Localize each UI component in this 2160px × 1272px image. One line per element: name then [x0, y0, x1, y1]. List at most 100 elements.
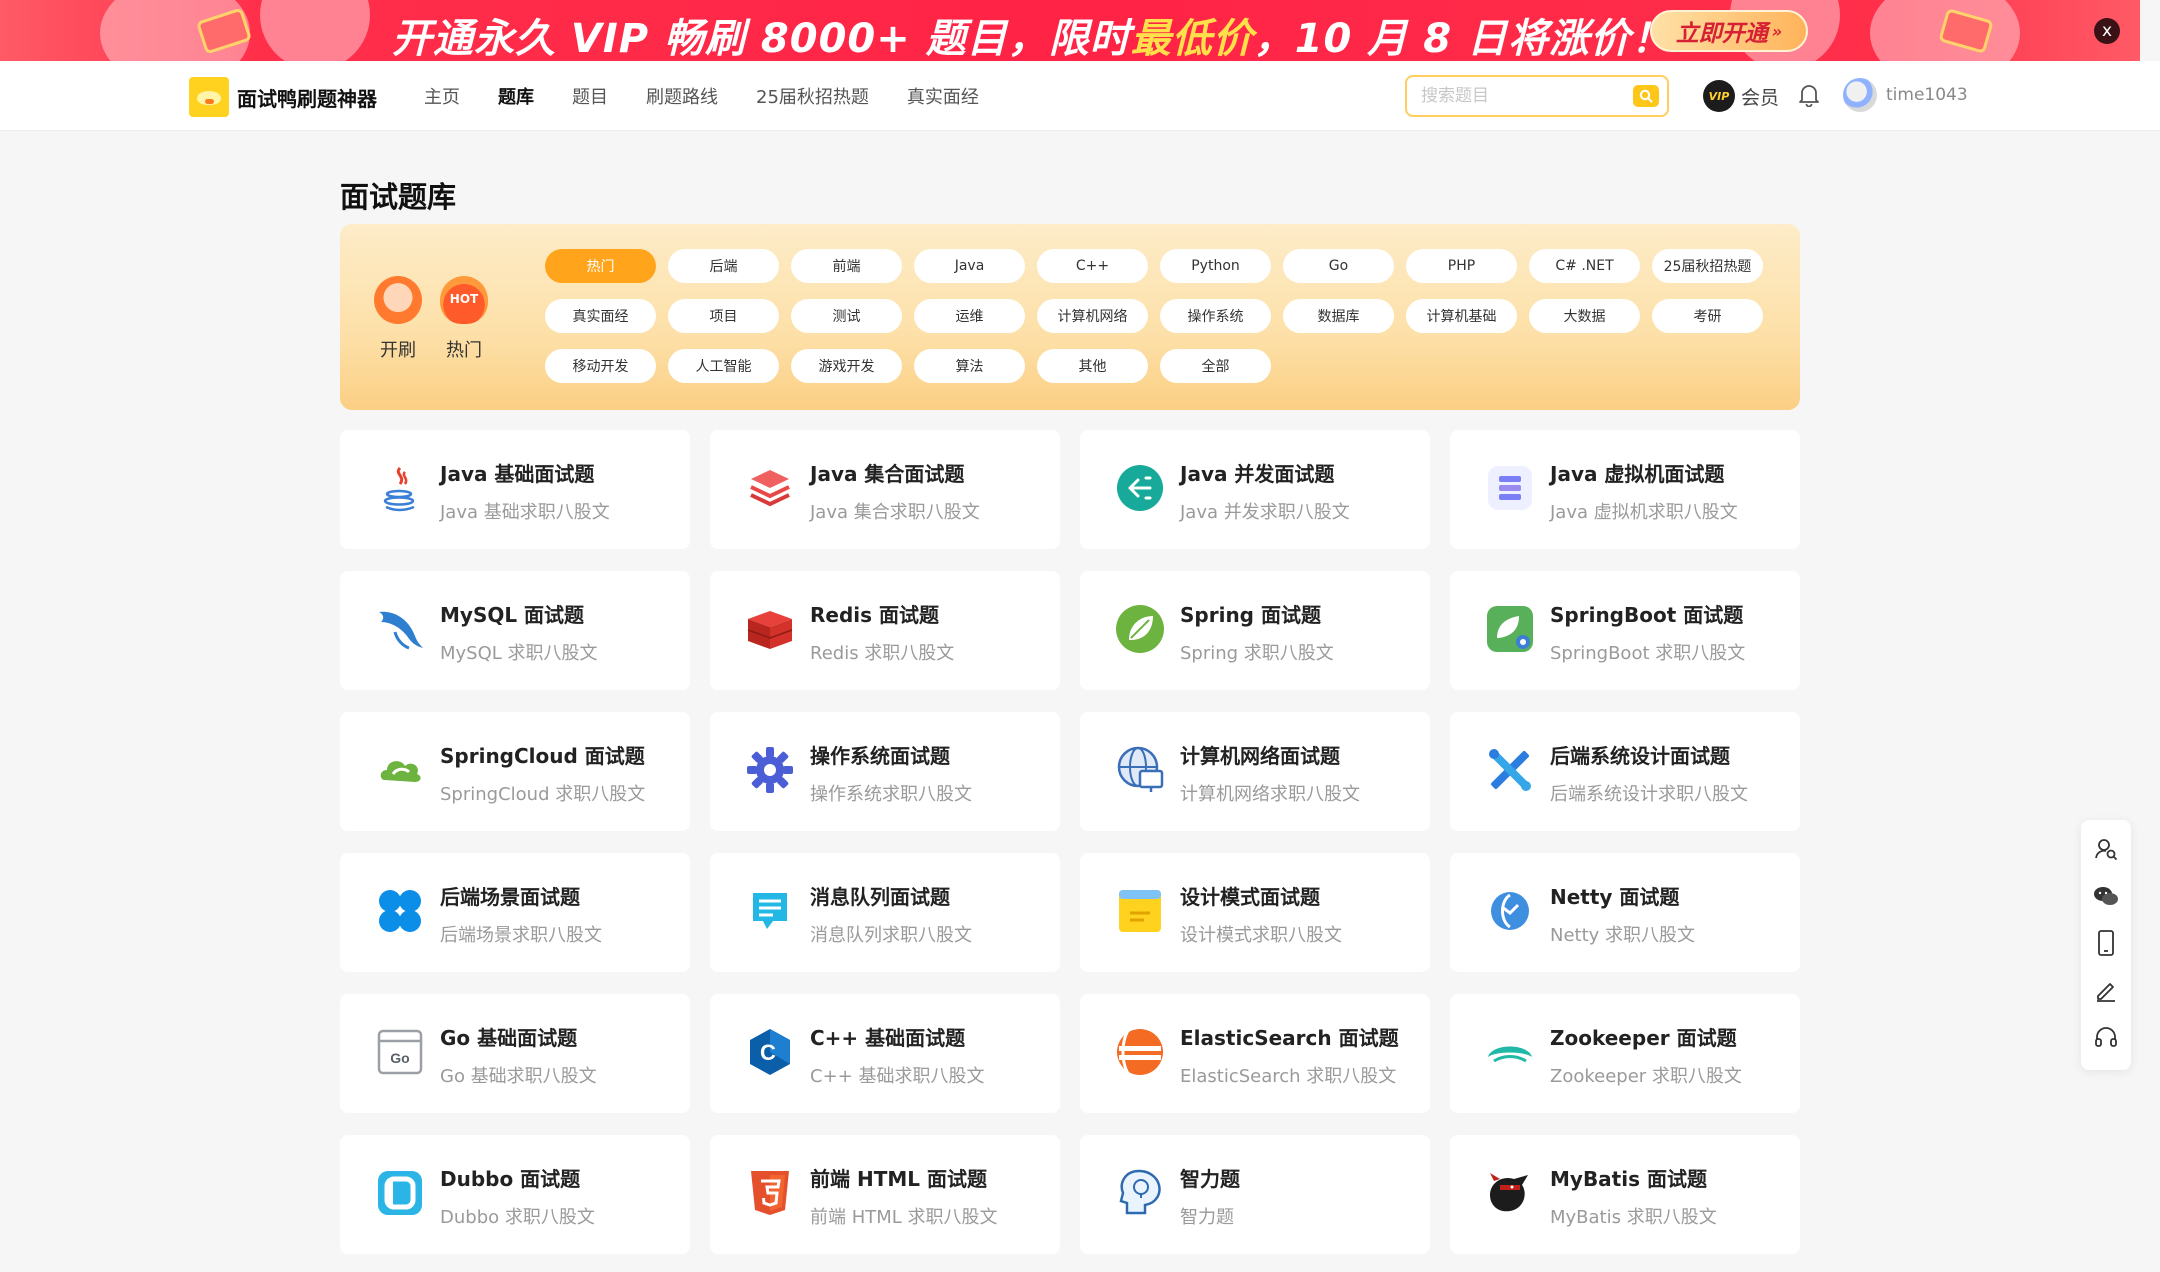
- question-bank-card[interactable]: ElasticSearch 面试题 ElasticSearch 求职八股文: [1080, 994, 1430, 1113]
- question-bank-card[interactable]: Netty 面试题 Netty 求职八股文: [1450, 853, 1800, 972]
- banner-text-highlight: 最低价: [1130, 16, 1254, 61]
- banner-text-pre: 开通永久 VIP 畅刷 8000+ 题目，限时: [392, 16, 1131, 61]
- question-bank-card[interactable]: 后端场景面试题 后端场景求职八股文: [340, 853, 690, 972]
- category-tag[interactable]: 操作系统: [1160, 299, 1271, 333]
- question-bank-card[interactable]: SpringBoot 面试题 SpringBoot 求职八股文: [1450, 571, 1800, 690]
- search-box: [1405, 75, 1669, 117]
- category-tag[interactable]: 真实面经: [545, 299, 656, 333]
- nav-item[interactable]: 刷题路线: [646, 83, 718, 109]
- category-tag[interactable]: 大数据: [1529, 299, 1640, 333]
- search-button[interactable]: [1633, 85, 1659, 107]
- card-subtitle: Java 基础求职八股文: [440, 502, 610, 523]
- card-subtitle: SpringBoot 求职八股文: [1550, 643, 1746, 664]
- banner-close-button[interactable]: x: [2094, 18, 2120, 44]
- category-tag[interactable]: 移动开发: [545, 349, 656, 383]
- category-tag[interactable]: C++: [1037, 249, 1148, 283]
- category-tag[interactable]: Go: [1283, 249, 1394, 283]
- question-bank-card[interactable]: MyBatis 面试题 MyBatis 求职八股文: [1450, 1135, 1800, 1254]
- nav-item[interactable]: 主页: [424, 83, 460, 109]
- category-tag[interactable]: 项目: [668, 299, 779, 333]
- question-bank-card[interactable]: C C++ 基础面试题 C++ 基础求职八股文: [710, 994, 1060, 1113]
- category-tag[interactable]: Java: [914, 249, 1025, 283]
- main-nav: 主页 题库 题目 刷题路线 25届秋招热题 真实面经: [424, 61, 979, 131]
- category-tag[interactable]: 其他: [1037, 349, 1148, 383]
- card-title: MySQL 面试题: [440, 603, 585, 627]
- category-tag[interactable]: 人工智能: [668, 349, 779, 383]
- question-bank-card[interactable]: Spring 面试题 Spring 求职八股文: [1080, 571, 1430, 690]
- window-icon: [1112, 883, 1168, 939]
- edit-pen-icon: [2094, 978, 2118, 1006]
- category-tag[interactable]: 后端: [668, 249, 779, 283]
- mybatis-bird-icon: [1482, 1165, 1538, 1221]
- category-tag[interactable]: 考研: [1652, 299, 1763, 333]
- card-subtitle: C++ 基础求职八股文: [810, 1066, 985, 1087]
- edit-pen-button[interactable]: [2092, 978, 2120, 1006]
- site-logo[interactable]: 面试鸭刷题神器: [189, 77, 377, 117]
- user-search-button[interactable]: [2092, 837, 2120, 865]
- card-title: 设计模式面试题: [1180, 885, 1320, 909]
- card-subtitle: SpringCloud 求职八股文: [440, 784, 646, 805]
- question-bank-card[interactable]: Java 并发面试题 Java 并发求职八股文: [1080, 430, 1430, 549]
- quick-start-label: 开刷: [380, 340, 416, 361]
- question-bank-card[interactable]: SpringCloud 面试题 SpringCloud 求职八股文: [340, 712, 690, 831]
- category-tag[interactable]: 测试: [791, 299, 902, 333]
- vip-member-link[interactable]: VIP 会员: [1703, 80, 1779, 112]
- quick-hot-button[interactable]: HOT 热门: [434, 276, 494, 362]
- category-tag[interactable]: 计算机基础: [1406, 299, 1517, 333]
- category-tag[interactable]: 算法: [914, 349, 1025, 383]
- category-tag[interactable]: 热门: [545, 249, 656, 283]
- question-bank-card[interactable]: Dubbo 面试题 Dubbo 求职八股文: [340, 1135, 690, 1254]
- card-title: Java 并发面试题: [1180, 462, 1335, 486]
- username: time1043: [1886, 85, 1968, 105]
- question-bank-card[interactable]: 后端系统设计面试题 后端系统设计求职八股文: [1450, 712, 1800, 831]
- category-tag[interactable]: 全部: [1160, 349, 1271, 383]
- card-title: 操作系统面试题: [810, 744, 950, 768]
- question-bank-card[interactable]: 智力题 智力题: [1080, 1135, 1430, 1254]
- question-bank-card[interactable]: Go Go 基础面试题 Go 基础求职八股文: [340, 994, 690, 1113]
- open-vip-button[interactable]: 立即开通 »: [1650, 10, 1808, 52]
- quick-start-button[interactable]: 开刷: [368, 276, 428, 362]
- question-bank-card[interactable]: 设计模式面试题 设计模式求职八股文: [1080, 853, 1430, 972]
- question-bank-card[interactable]: 消息队列面试题 消息队列求职八股文: [710, 853, 1060, 972]
- nav-item[interactable]: 真实面经: [907, 83, 979, 109]
- nav-item[interactable]: 题库: [498, 83, 534, 109]
- category-tag[interactable]: 数据库: [1283, 299, 1394, 333]
- question-bank-card[interactable]: Java 基础面试题 Java 基础求职八股文: [340, 430, 690, 549]
- category-tag[interactable]: 游戏开发: [791, 349, 902, 383]
- hot-flame-icon: HOT: [440, 276, 488, 324]
- banner-decoration: [260, 0, 370, 61]
- question-bank-card[interactable]: MySQL 面试题 MySQL 求职八股文: [340, 571, 690, 690]
- search-input[interactable]: [1421, 77, 1621, 115]
- mobile-button[interactable]: [2092, 930, 2120, 959]
- category-tag[interactable]: PHP: [1406, 249, 1517, 283]
- question-bank-card[interactable]: Java 集合面试题 Java 集合求职八股文: [710, 430, 1060, 549]
- branch-arrows-icon: [1112, 460, 1168, 516]
- card-title: Go 基础面试题: [440, 1026, 578, 1050]
- question-bank-card[interactable]: Java 虚拟机面试题 Java 虚拟机求职八股文: [1450, 430, 1800, 549]
- question-bank-card[interactable]: 计算机网络面试题 计算机网络求职八股文: [1080, 712, 1430, 831]
- question-bank-card[interactable]: 操作系统面试题 操作系统求职八股文: [710, 712, 1060, 831]
- wechat-button[interactable]: [2092, 884, 2120, 912]
- category-tag[interactable]: C# .NET: [1529, 249, 1640, 283]
- html5-shield-icon: [742, 1165, 798, 1221]
- category-tag[interactable]: Python: [1160, 249, 1271, 283]
- card-subtitle: 智力题: [1180, 1207, 1234, 1228]
- category-tag[interactable]: 25届秋招热题: [1652, 249, 1763, 283]
- card-title: MyBatis 面试题: [1550, 1167, 1707, 1191]
- card-title: 后端场景面试题: [440, 885, 580, 909]
- category-tag[interactable]: 前端: [791, 249, 902, 283]
- card-title: Dubbo 面试题: [440, 1167, 581, 1191]
- floating-toolbar: [2081, 820, 2131, 1070]
- user-menu[interactable]: time1043: [1843, 78, 1968, 112]
- category-tag[interactable]: 运维: [914, 299, 1025, 333]
- promo-banner[interactable]: 开通永久 VIP 畅刷 8000+ 题目，限时最低价，10 月 8 日将涨价！ …: [0, 0, 2140, 61]
- nav-item[interactable]: 题目: [572, 83, 608, 109]
- question-bank-card[interactable]: 前端 HTML 面试题 前端 HTML 求职八股文: [710, 1135, 1060, 1254]
- nav-item[interactable]: 25届秋招热题: [756, 83, 869, 109]
- question-bank-card[interactable]: Redis 面试题 Redis 求职八股文: [710, 571, 1060, 690]
- card-title: ElasticSearch 面试题: [1180, 1026, 1399, 1050]
- category-tag[interactable]: 计算机网络: [1037, 299, 1148, 333]
- headset-button[interactable]: [2092, 1025, 2120, 1053]
- question-bank-card[interactable]: Zookeeper 面试题 Zookeeper 求职八股文: [1450, 994, 1800, 1113]
- notification-button[interactable]: [1798, 83, 1820, 111]
